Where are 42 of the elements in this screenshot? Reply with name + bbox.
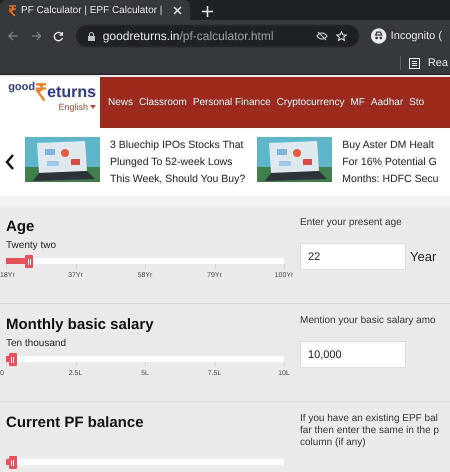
unit-label: Year [410,248,436,266]
section-title: Age [6,217,36,237]
input-field[interactable]: 22 [300,243,406,270]
address-bar[interactable]: goodreturns.in/pf-calculator.html [76,25,360,47]
nav-link[interactable]: Personal Finance [192,95,271,110]
lock-icon [88,32,95,40]
bookmark-label[interactable]: Rea [428,54,448,72]
headline-text[interactable]: Buy Aster DM Healt For 16% Potential G Months: HDFC Secu [342,136,439,188]
incognito-icon[interactable] [371,28,387,44]
value-words: Twenty two [6,240,58,252]
close-icon[interactable] [173,6,182,14]
rupee-icon [8,4,17,16]
profile-label[interactable]: Incognito ( [390,28,442,44]
section-title: Current PF balance [6,413,145,433]
eye-slash-icon[interactable] [316,31,328,41]
tab-title: PF Calculator | EPF Calculator | [21,4,164,18]
nav-link[interactable]: MF [350,95,365,110]
previous-icon[interactable] [5,154,15,170]
back-icon[interactable] [8,31,19,41]
section-title: Monthly basic salary [6,315,155,335]
reading-list-icon[interactable] [408,58,420,68]
hint-text: Enter your present age [300,217,403,229]
nav-link[interactable]: News [108,95,134,110]
hint-text: Mention your basic salary amo [300,315,437,327]
nav-link[interactable]: Cryptocurrency [276,95,344,110]
nav-link[interactable]: Sto [409,95,424,110]
new-tab-icon[interactable] [202,6,213,17]
reload-icon[interactable] [53,30,64,42]
forward-icon[interactable] [30,31,42,41]
url-text: goodreturns.in/pf-calculator.html [102,28,274,45]
slider-thumb[interactable] [8,353,17,366]
value-words: Ten thousand [6,338,68,350]
star-icon[interactable] [336,30,348,42]
hint-text: If you have an existing EPF bal far then enter the same in the p column (if any) [300,413,440,449]
nav-link[interactable]: Aadhar [370,95,404,110]
headline-text[interactable]: 3 Bluechip IPOs Stocks That Plunged To 52-week Lows This Week, Should You Buy? [110,136,246,188]
slider-thumb[interactable] [25,255,34,268]
site-logo[interactable]: good eturns English [0,77,100,128]
input-field[interactable]: 10,000 [300,341,406,368]
nav-link[interactable]: Classroom [139,95,187,110]
browser-tab[interactable]: PF Calculator | EPF Calculator | [0,0,190,20]
slider-thumb[interactable] [8,456,17,469]
